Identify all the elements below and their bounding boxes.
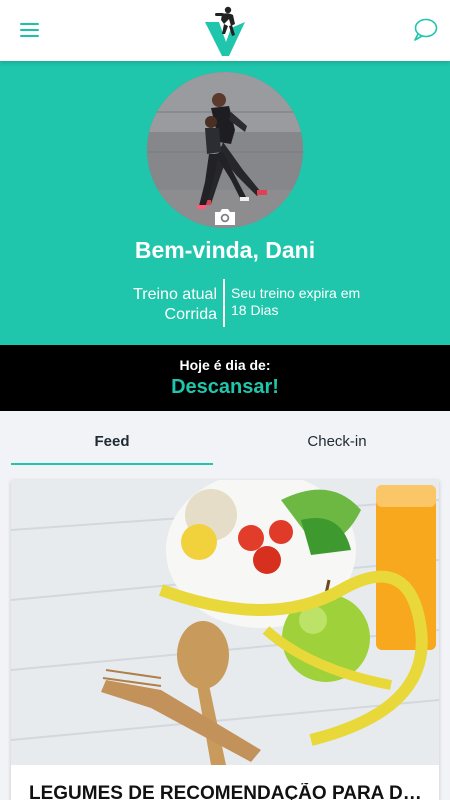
hamburger-menu-icon[interactable] <box>18 19 42 41</box>
feed-card-title: LEGUMES DE RECOMENDAÇÃO PARA DIETA <box>29 783 423 800</box>
current-training: Treino atual Corrida <box>133 285 217 325</box>
profile-header: Bem-vinda, Dani Treino atual Corrida Seu… <box>0 61 450 345</box>
tab-feed[interactable]: Feed <box>11 411 213 465</box>
welcome-message: Bem-vinda, Dani <box>134 237 316 263</box>
current-training-value: Corrida <box>164 306 217 323</box>
today-activity: Descansar! <box>171 376 279 398</box>
training-expiry: Seu treino expira em 18 Dias <box>231 285 391 319</box>
app-logo <box>205 6 245 56</box>
runners-photo <box>147 72 303 228</box>
current-training-label: Treino atual <box>133 286 217 303</box>
profile-photo[interactable] <box>147 72 303 228</box>
vegetables-salad-photo <box>11 480 439 765</box>
expiry-value: 18 Dias <box>231 302 279 318</box>
expiry-label: Seu treino expira em <box>231 285 361 301</box>
tab-bar: Feed Check-in <box>0 411 450 467</box>
today-banner: Hoje é dia de: Descansar! <box>0 345 450 411</box>
today-label: Hoje é dia de: <box>179 357 271 373</box>
tab-check-in[interactable]: Check-in <box>236 411 438 465</box>
top-app-bar <box>0 0 450 61</box>
chat-bubble-icon[interactable] <box>412 17 438 43</box>
feed-card[interactable]: LEGUMES DE RECOMENDAÇÃO PARA DIETA <box>11 480 439 800</box>
training-divider <box>223 279 225 327</box>
camera-icon[interactable] <box>213 207 237 227</box>
